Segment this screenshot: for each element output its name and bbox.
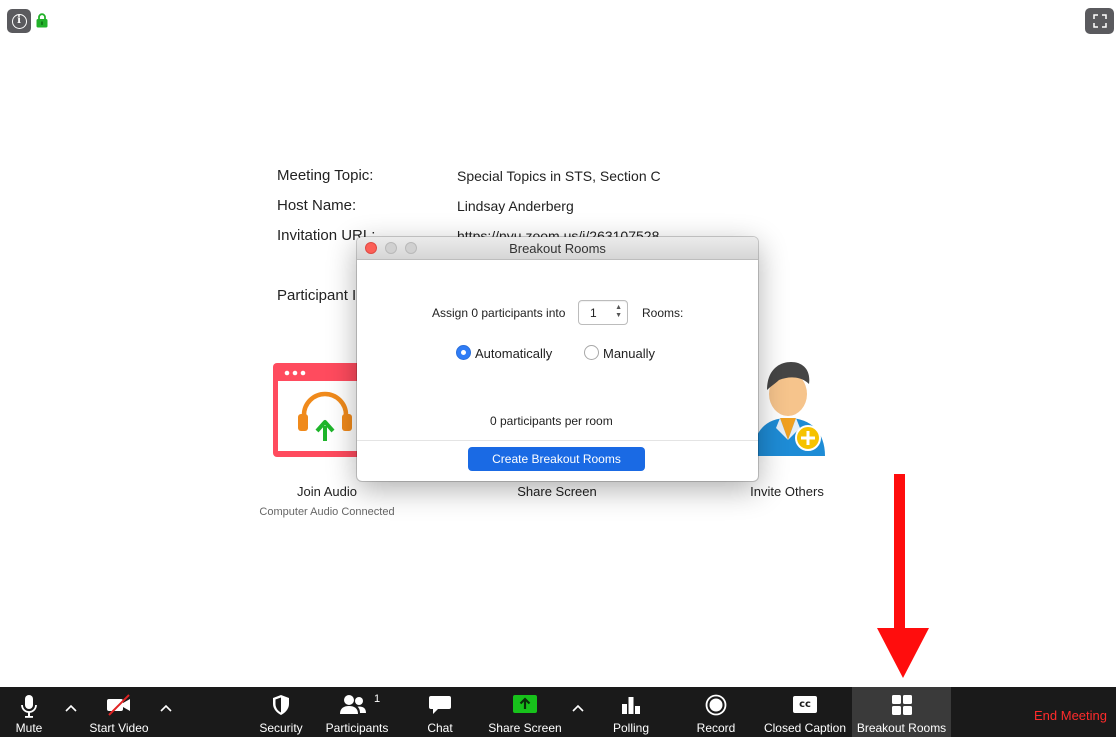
lock-icon[interactable] (36, 13, 48, 33)
automatically-label[interactable]: Automatically (475, 346, 552, 361)
create-breakout-rooms-button[interactable]: Create Breakout Rooms (468, 447, 645, 471)
dialog-divider (357, 440, 758, 441)
dialog-titlebar[interactable]: Breakout Rooms (357, 237, 758, 260)
polling-button[interactable]: Polling (604, 687, 658, 737)
meeting-topic-label: Meeting Topic: (277, 167, 374, 184)
breakout-rooms-dialog: Breakout Rooms Assign 0 participants int… (357, 237, 758, 481)
security-label: Security (259, 721, 303, 735)
manually-radio[interactable] (584, 345, 599, 360)
chevron-up-icon (65, 704, 77, 712)
participants-label: Participants (325, 721, 389, 735)
room-count-stepper[interactable]: 1 ▲ ▼ (578, 300, 628, 325)
fullscreen-button[interactable] (1085, 8, 1114, 34)
breakout-rooms-button[interactable]: Breakout Rooms (852, 687, 951, 737)
participants-count-badge: 1 (374, 693, 381, 705)
dialog-title: Breakout Rooms (509, 241, 606, 256)
breakout-rooms-label: Breakout Rooms (856, 721, 947, 735)
security-button[interactable]: Security (252, 687, 310, 737)
participants-button[interactable]: 1 Participants (322, 687, 392, 737)
microphone-icon (21, 695, 37, 718)
audio-status-label: Computer Audio Connected (259, 506, 395, 518)
share-screen-button[interactable]: Share Screen (484, 687, 566, 737)
shield-icon (273, 695, 289, 715)
breakout-rooms-icon (891, 695, 912, 715)
info-icon: i (11, 13, 27, 29)
chat-label: Chat (427, 721, 453, 735)
join-audio-label: Join Audio (297, 484, 357, 499)
chevron-up-icon (572, 704, 584, 712)
chat-button[interactable]: Chat (418, 687, 462, 737)
closed-caption-button[interactable]: cc Closed Caption (760, 687, 850, 737)
closed-caption-icon: cc (793, 696, 817, 713)
host-name-value: Lindsay Anderberg (457, 198, 574, 214)
meeting-info-button[interactable]: i (7, 9, 31, 33)
record-label: Record (696, 721, 736, 735)
video-off-icon (107, 694, 130, 716)
chevron-up-icon (160, 704, 172, 712)
start-video-button[interactable]: Start Video (82, 687, 156, 737)
participants-icon (340, 695, 366, 714)
fullscreen-icon (1092, 14, 1107, 28)
video-options-caret[interactable] (156, 687, 176, 737)
room-count-value[interactable]: 1 (590, 306, 597, 320)
meeting-topic-value: Special Topics in STS, Section C (457, 168, 661, 184)
end-meeting-button[interactable]: End Meeting (1034, 708, 1107, 723)
mute-button[interactable]: Mute (0, 687, 58, 737)
manually-label[interactable]: Manually (603, 346, 655, 361)
automatically-radio[interactable] (456, 345, 471, 360)
bar-chart-icon (622, 697, 640, 714)
rooms-label: Rooms: (642, 306, 684, 320)
chat-icon (429, 696, 451, 714)
start-video-label: Start Video (89, 721, 149, 735)
closed-caption-label: Closed Caption (763, 721, 847, 735)
mute-label: Mute (15, 721, 43, 735)
invite-others-label: Invite Others (750, 484, 824, 499)
host-name-label: Host Name: (277, 197, 357, 214)
record-button[interactable]: Record (690, 687, 742, 737)
stepper-arrows-icon[interactable]: ▲ ▼ (615, 304, 622, 320)
share-screen-arrow-icon (513, 695, 537, 713)
polling-label: Polling (612, 721, 650, 735)
audio-options-caret[interactable] (61, 687, 81, 737)
share-options-caret[interactable] (568, 687, 588, 737)
meeting-toolbar: Mute Start Video Security 1 Participants (0, 687, 1116, 737)
annotation-arrow-shaft (894, 474, 905, 634)
share-screen-label: Share Screen (517, 484, 597, 499)
participants-per-room-text: 0 participants per room (490, 414, 613, 428)
annotation-arrow-head (877, 628, 929, 678)
share-screen-toolbar-label: Share Screen (488, 721, 562, 735)
assign-participants-label: Assign 0 participants into (432, 306, 566, 320)
record-icon (705, 694, 727, 716)
